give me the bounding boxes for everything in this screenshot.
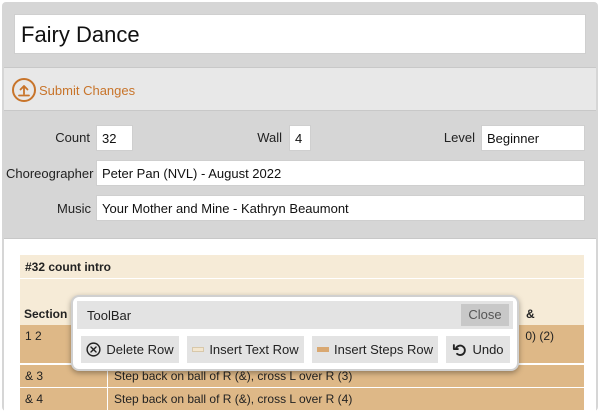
undo-label: Undo (472, 342, 504, 357)
step-description: Step back on ball of R (&), cross L over… (114, 392, 353, 406)
section-header: Section (24, 307, 68, 321)
toolbar-popup: ToolBar Close Delete Row Insert Text Row… (71, 295, 519, 371)
insert-text-row-button[interactable]: Insert Text Row (187, 336, 304, 363)
upload-icon (12, 78, 36, 102)
delete-row-button[interactable]: Delete Row (81, 336, 179, 363)
wall-label: Wall (257, 130, 282, 145)
music-field[interactable]: Your Mother and Mine - Kathryn Beaumont (96, 195, 585, 221)
toolbar-header[interactable]: ToolBar Close (77, 301, 513, 329)
intro-text-row[interactable]: #32 count intro (20, 255, 584, 278)
insert-text-row-label: Insert Text Row (209, 342, 299, 357)
insert-steps-row-button[interactable]: Insert Steps Row (312, 336, 438, 363)
choreographer-label: Choreographer (6, 166, 94, 181)
toolbar-title: ToolBar (87, 308, 132, 323)
dance-title-input[interactable]: Fairy Dance (14, 14, 586, 54)
submit-changes-label: Submit Changes (39, 82, 136, 98)
choreographer-field[interactable]: Peter Pan (NVL) - August 2022 (96, 160, 585, 186)
submit-bar: Submit Changes (4, 67, 596, 111)
count-label: Count (55, 130, 90, 145)
close-button[interactable]: Close (461, 304, 509, 326)
step-count: & 4 (20, 388, 108, 410)
undo-button[interactable]: Undo (446, 336, 510, 363)
header-tail: & (526, 307, 535, 321)
delete-icon (86, 342, 101, 357)
music-label: Music (57, 201, 91, 216)
level-label: Level (443, 130, 475, 145)
level-field[interactable]: Beginner (481, 125, 585, 151)
steps-row-swatch-icon (317, 347, 329, 352)
wall-field[interactable]: 4 (289, 125, 311, 151)
text-row-swatch-icon (192, 347, 205, 352)
undo-icon (452, 342, 467, 357)
delete-row-label: Delete Row (106, 342, 174, 357)
insert-steps-row-label: Insert Steps Row (334, 342, 433, 357)
count-field[interactable]: 32 (96, 125, 133, 151)
table-row[interactable]: & 4 Step back on ball of R (&), cross L … (20, 387, 584, 410)
submit-changes-button[interactable]: Submit Changes (12, 78, 135, 102)
